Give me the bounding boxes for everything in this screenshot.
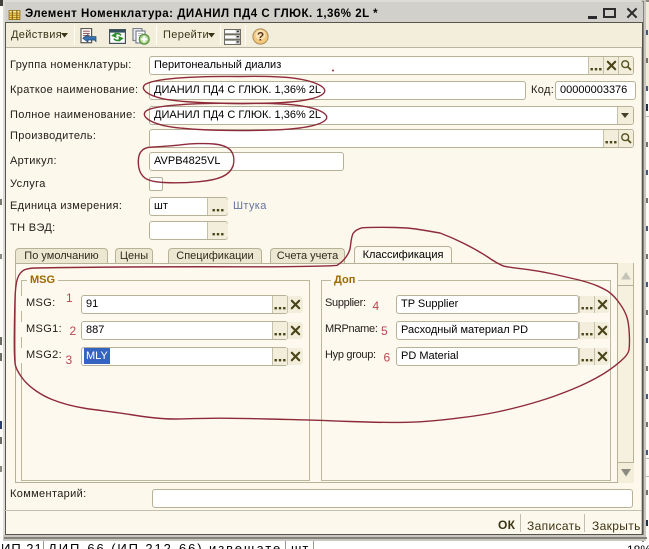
svg-text:4: 4 <box>373 299 380 313</box>
svg-text:6: 6 <box>384 351 391 365</box>
svg-text:5: 5 <box>381 324 388 338</box>
svg-text:1: 1 <box>66 291 73 305</box>
svg-text:2: 2 <box>70 324 77 338</box>
svg-text:3: 3 <box>66 353 73 367</box>
